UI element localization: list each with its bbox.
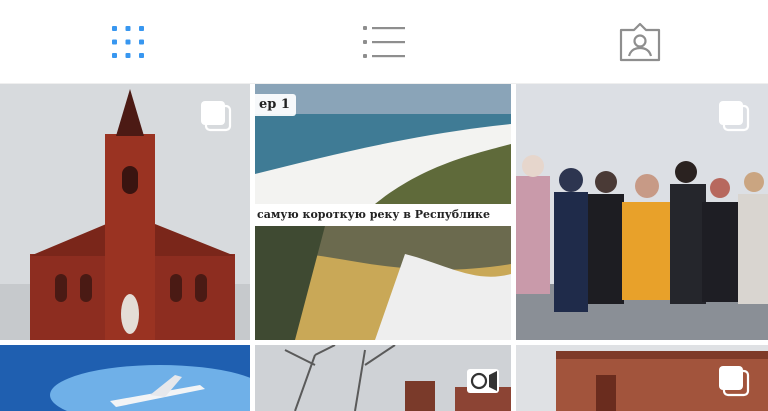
post-tile-brick-building[interactable]: [516, 345, 768, 411]
post-tile-trees[interactable]: [255, 345, 511, 411]
airplane-photo: [0, 345, 250, 411]
photo-grid: ер 1 самую короткую реку в Республике: [0, 84, 768, 411]
tab-tagged[interactable]: [512, 0, 768, 84]
carousel-icon: [719, 366, 750, 397]
grid-icon: [112, 26, 144, 58]
post-tile-group-photo[interactable]: [516, 84, 768, 340]
post-tile-church[interactable]: [0, 84, 250, 340]
tab-list[interactable]: [256, 0, 512, 84]
video-icon: [467, 369, 499, 393]
tab-grid[interactable]: [0, 0, 256, 84]
list-icon: [363, 26, 405, 58]
post-tile-beach-collage[interactable]: ер 1 самую короткую реку в Республике: [255, 84, 511, 340]
tagged-user-icon: [619, 22, 661, 62]
carousel-icon: [201, 101, 232, 132]
collage-caption-top: ер 1: [255, 94, 296, 116]
post-tile-airplane[interactable]: [0, 345, 250, 411]
collage-caption-middle: самую короткую реку в Республике: [255, 205, 511, 225]
carousel-icon: [719, 101, 750, 132]
profile-tab-bar: [0, 0, 768, 84]
